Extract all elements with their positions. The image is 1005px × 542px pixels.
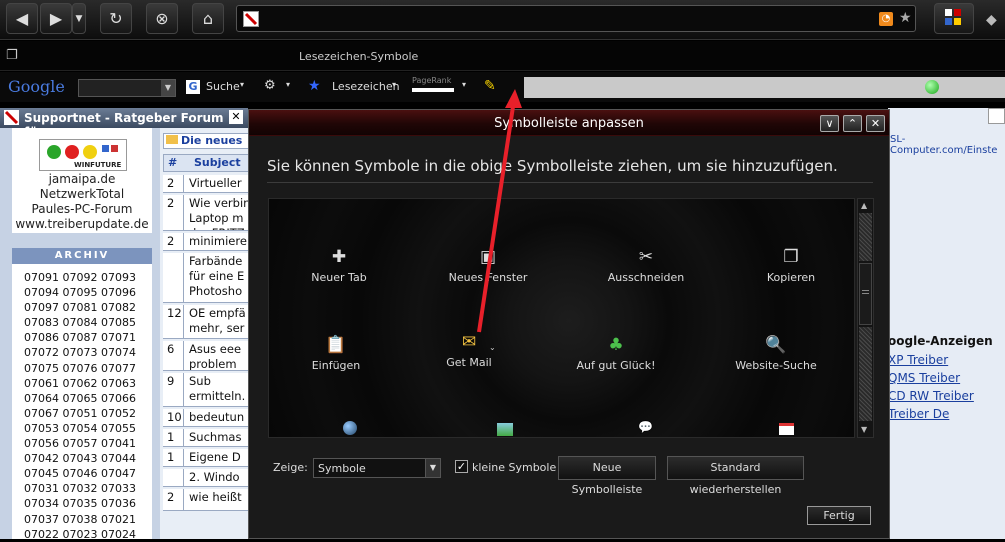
arrow-head xyxy=(505,89,522,108)
annotation-arrow xyxy=(477,89,522,333)
arrow-shaft xyxy=(477,99,516,333)
